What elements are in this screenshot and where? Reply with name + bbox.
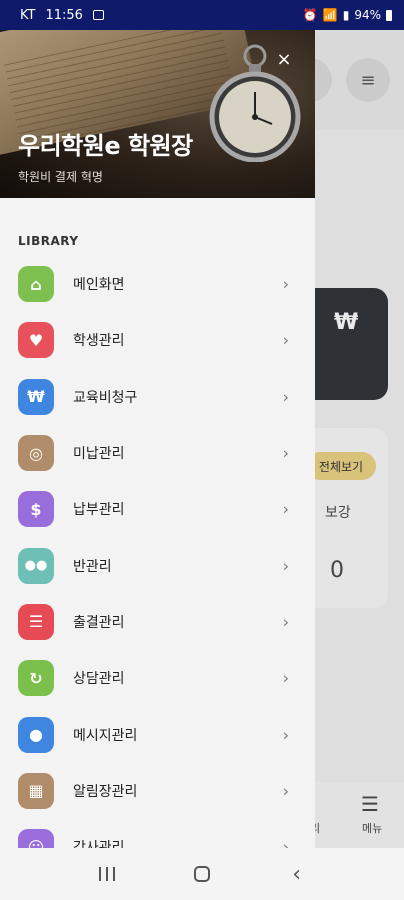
grid-icon: ▦ xyxy=(18,772,54,809)
clock: 11:56 xyxy=(45,7,83,23)
menu-item-main[interactable]: ⌂ 메인화면 › xyxy=(0,256,315,312)
heart-icon: ♥ xyxy=(18,322,54,359)
drawer-header: × 우리학원e 학원장 학원비 결제 혁명 xyxy=(0,30,315,198)
makeup-label: 보강 xyxy=(325,505,351,521)
navigation-drawer: × 우리학원e 학원장 학원비 결제 혁명 LIBRARY ⌂ 메인화면 › ♥… xyxy=(0,30,315,848)
section-label: LIBRARY xyxy=(18,234,79,248)
chevron-right-icon: › xyxy=(282,387,289,407)
chevron-right-icon: › xyxy=(282,781,289,801)
view-all-button[interactable]: 전체보기 xyxy=(306,452,376,480)
back-button[interactable]: ‹ xyxy=(277,854,317,894)
recents-icon xyxy=(99,867,116,881)
menu-item-messages[interactable]: ● 메시지관리 › xyxy=(0,706,315,762)
chevron-right-icon: › xyxy=(282,837,289,848)
chevron-right-icon: › xyxy=(282,612,289,632)
chevron-right-icon: › xyxy=(282,330,289,350)
menu-item-instructors[interactable]: ☺ 강사관리 › xyxy=(0,819,315,848)
target-icon: ◎ xyxy=(18,435,54,472)
chevron-right-icon: › xyxy=(282,725,289,745)
drawer-menu: ⌂ 메인화면 › ♥ 학생관리 › ₩ 교육비청구 › ◎ 미납관리 › $ 납… xyxy=(0,256,315,848)
chevron-right-icon: › xyxy=(282,668,289,688)
chevron-right-icon: › xyxy=(282,499,289,519)
home-button[interactable] xyxy=(182,854,222,894)
system-navigation-bar: ‹ xyxy=(0,848,404,900)
hamburger-icon[interactable]: ≡ xyxy=(346,58,390,102)
refresh-icon: ↻ xyxy=(18,660,54,697)
image-notification-icon xyxy=(92,10,104,20)
menu-item-label: 메시지관리 xyxy=(73,727,138,744)
chevron-right-icon: › xyxy=(282,443,289,463)
won-icon: ₩ xyxy=(18,378,54,415)
drawer-subtitle: 학원비 결제 혁명 xyxy=(18,170,103,184)
won-symbol: ₩ xyxy=(334,310,359,335)
drawer-title: 우리학원e 학원장 xyxy=(18,132,193,160)
wifi-icon: 📶 xyxy=(322,8,338,22)
signal-icon: ▮ xyxy=(342,8,350,22)
makeup-count: 0 xyxy=(330,558,344,583)
user-icon: ☺ xyxy=(18,829,54,848)
menu-item-tuition-billing[interactable]: ₩ 교육비청구 › xyxy=(0,369,315,425)
menu-item-payments[interactable]: $ 납부관리 › xyxy=(0,481,315,537)
chat-icon: ● xyxy=(18,716,54,753)
home-icon: ⌂ xyxy=(18,266,54,303)
battery-icon xyxy=(386,9,392,21)
menu-item-students[interactable]: ♥ 학생관리 › xyxy=(0,312,315,368)
chevron-right-icon: › xyxy=(282,274,289,294)
checklist-icon: ☰ xyxy=(18,603,54,640)
home-nav-icon xyxy=(193,866,210,882)
menu-tab-label[interactable]: 메뉴 xyxy=(362,820,382,836)
menu-item-label: 상담관리 xyxy=(73,671,125,688)
close-button[interactable]: × xyxy=(272,48,296,72)
menu-item-counseling[interactable]: ↻ 상담관리 › xyxy=(0,650,315,706)
dollar-icon: $ xyxy=(18,491,54,528)
menu-item-label: 납부관리 xyxy=(73,502,125,519)
group-icon: ●● xyxy=(18,547,54,584)
menu-item-label: 메인화면 xyxy=(73,277,125,294)
menu-item-label: 알림장관리 xyxy=(73,783,138,800)
menu-item-unpaid[interactable]: ◎ 미납관리 › xyxy=(0,425,315,481)
chevron-right-icon: › xyxy=(282,556,289,576)
menu-item-label: 미납관리 xyxy=(73,446,125,463)
menu-item-attendance[interactable]: ☰ 출결관리 › xyxy=(0,594,315,650)
menu-item-label: 반관리 xyxy=(73,558,112,575)
menu-item-label: 강사관리 xyxy=(73,837,125,848)
alarm-icon: ⏰ xyxy=(302,8,318,22)
menu-item-label: 학생관리 xyxy=(73,333,125,350)
menu-item-notices[interactable]: ▦ 알림장관리 › xyxy=(0,763,315,819)
carrier-label: KT xyxy=(20,7,36,23)
menu-item-label: 출결관리 xyxy=(73,614,125,631)
menu-item-classes[interactable]: ●● 반관리 › xyxy=(0,537,315,593)
recents-button[interactable] xyxy=(87,854,127,894)
menu-icon[interactable]: ☰ xyxy=(361,792,379,816)
menu-item-label: 교육비청구 xyxy=(73,389,138,406)
battery-percent: 94% xyxy=(354,8,381,22)
back-icon: ‹ xyxy=(292,861,302,887)
status-bar: KT 11:56 ⏰ 📶 ▮ 94% xyxy=(0,0,404,30)
